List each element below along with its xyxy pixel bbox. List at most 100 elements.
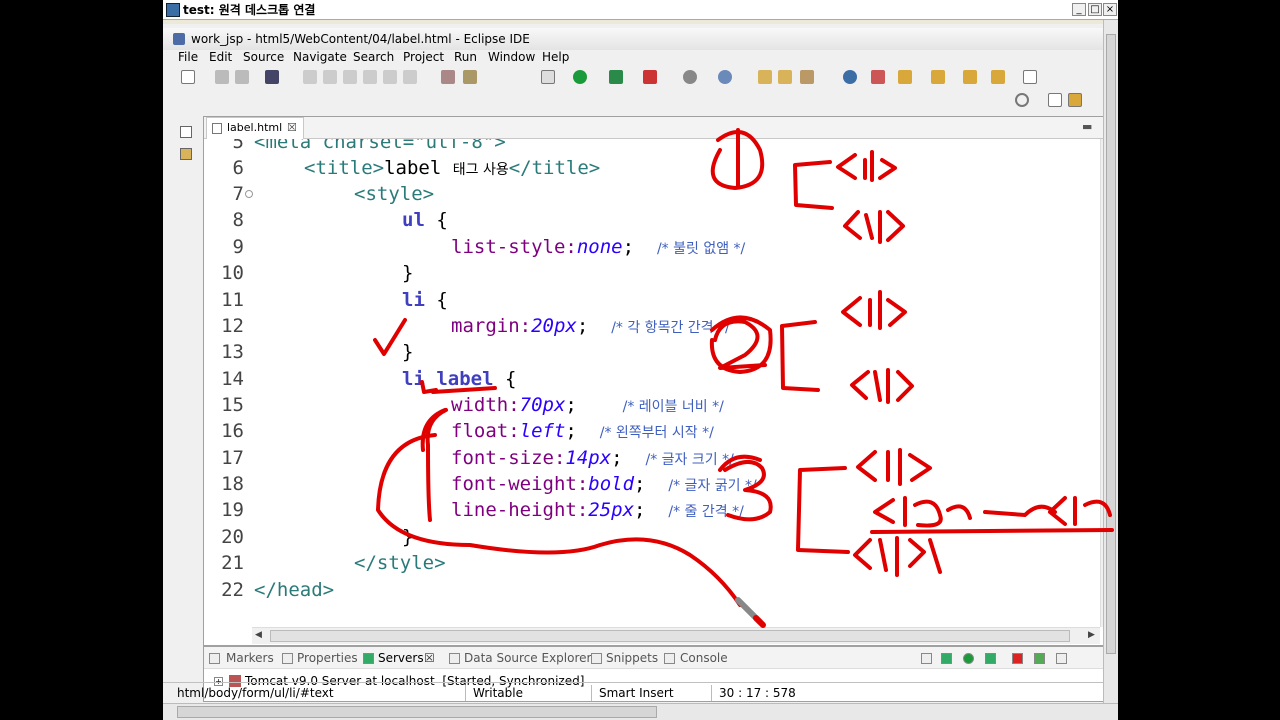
annotation-icon[interactable] <box>871 70 885 84</box>
code-line: } <box>402 341 414 363</box>
remote-vertical-scrollbar[interactable] <box>1103 20 1118 703</box>
open-type-icon[interactable] <box>758 70 772 84</box>
menu-file[interactable]: File <box>178 48 198 66</box>
tab-console[interactable]: Console <box>680 647 728 669</box>
code-line: </head> <box>254 579 335 601</box>
disconnect-icon[interactable] <box>363 70 377 84</box>
save-icon[interactable] <box>215 70 229 84</box>
back-icon[interactable] <box>963 70 977 84</box>
clean-icon[interactable] <box>1056 653 1067 664</box>
tools-icon[interactable] <box>463 70 477 84</box>
start-server-icon[interactable] <box>963 653 974 664</box>
menu-source[interactable]: Source <box>243 48 284 66</box>
code-token: margin: <box>451 315 532 337</box>
globe-icon[interactable] <box>843 70 857 84</box>
code-line: width:70px; /* 레이블 너비 */ <box>451 394 724 416</box>
next-annotation-icon[interactable] <box>898 70 912 84</box>
tab-properties[interactable]: Properties <box>297 647 358 669</box>
tab-servers[interactable]: Servers <box>378 647 424 669</box>
new-icon[interactable] <box>181 70 195 84</box>
resume-icon[interactable] <box>303 70 317 84</box>
menu-navigate[interactable]: Navigate <box>293 48 347 66</box>
close-button[interactable]: × <box>1103 3 1117 16</box>
code-area[interactable]: 5 <meta charset="utf-8"> 6 <title>label … <box>204 139 1100 627</box>
code-token: { <box>493 368 517 390</box>
new-server-icon[interactable] <box>683 70 697 84</box>
menu-help[interactable]: Help <box>542 48 569 66</box>
code-token: </title> <box>508 157 601 179</box>
code-token: 14px <box>565 447 612 469</box>
project-explorer-icon[interactable] <box>180 148 192 160</box>
collapse-icon[interactable] <box>921 653 932 664</box>
publish-icon[interactable] <box>1034 653 1045 664</box>
external-tools-icon[interactable] <box>643 70 657 84</box>
menu-window[interactable]: Window <box>488 48 535 66</box>
code-token: none <box>576 236 623 258</box>
pin-icon[interactable] <box>1023 70 1037 84</box>
open-perspective-icon[interactable] <box>1048 93 1062 107</box>
suspend-icon[interactable] <box>323 70 337 84</box>
menu-project[interactable]: Project <box>403 48 444 66</box>
line-number: 6 <box>232 157 244 179</box>
remote-horizontal-scrollbar[interactable] <box>163 703 1118 720</box>
run-server-icon[interactable] <box>609 70 623 84</box>
snippets-icon <box>591 653 602 664</box>
editor-horizontal-scrollbar[interactable]: ◀ ▶ <box>252 627 1100 644</box>
tab-label-html[interactable]: label.html ☒ <box>206 117 304 139</box>
code-token: font-weight: <box>451 473 589 495</box>
tab-snippets[interactable]: Snippets <box>606 647 658 669</box>
scroll-thumb[interactable] <box>1106 34 1116 654</box>
debug-server-icon[interactable] <box>941 653 952 664</box>
line-number: 7 <box>232 183 244 205</box>
menu-run[interactable]: Run <box>454 48 477 66</box>
forward-icon[interactable] <box>991 70 1005 84</box>
profile-server-icon[interactable] <box>985 653 996 664</box>
maximize-button[interactable]: □ <box>1088 3 1102 16</box>
scroll-right-icon[interactable]: ▶ <box>1088 630 1095 640</box>
debug-icon[interactable] <box>541 70 555 84</box>
status-bar: html/body/form/ul/li/#text Writable Smar… <box>163 682 1118 702</box>
line-number: 8 <box>232 209 244 231</box>
code-token: ; <box>565 394 577 416</box>
code-token: 25px <box>588 499 635 521</box>
close-servers-tab-icon[interactable]: ☒ <box>424 647 435 669</box>
menu-edit[interactable]: Edit <box>209 48 232 66</box>
tab-markers[interactable]: Markers <box>226 647 274 669</box>
minimize-button[interactable]: _ <box>1072 3 1086 16</box>
prev-annotation-icon[interactable] <box>931 70 945 84</box>
stop-server-icon[interactable] <box>1012 653 1023 664</box>
main-toolbar <box>163 66 1118 88</box>
scroll-thumb[interactable] <box>270 630 1070 642</box>
toggle-icon[interactable] <box>441 70 455 84</box>
code-comment: /* 줄 간격 */ <box>668 504 744 520</box>
line-number: 15 <box>221 394 244 416</box>
run-icon[interactable] <box>573 70 587 84</box>
perspective-jee-icon[interactable] <box>1068 93 1082 107</box>
terminate-icon[interactable] <box>343 70 357 84</box>
code-token: width: <box>451 394 520 416</box>
tab-data-source-explorer[interactable]: Data Source Explorer <box>464 647 591 669</box>
close-tab-icon[interactable]: ☒ <box>287 118 297 138</box>
code-token: 20px <box>531 315 577 337</box>
step-into-icon[interactable] <box>383 70 397 84</box>
fold-icon[interactable] <box>245 190 253 198</box>
code-token: 70px <box>519 394 566 416</box>
save-all-icon[interactable] <box>235 70 249 84</box>
code-line: list-style:none; /* 불릿 없앰 */ <box>451 236 745 258</box>
scroll-thumb[interactable] <box>177 706 657 718</box>
scroll-left-icon[interactable]: ◀ <box>255 630 262 640</box>
step-over-icon[interactable] <box>403 70 417 84</box>
search-toolbar-icon[interactable] <box>800 70 814 84</box>
remote-desktop-titlebar: test: 원격 데스크톱 연결 _ □ × <box>163 0 1118 20</box>
terminal-icon[interactable] <box>265 70 279 84</box>
open-resource-icon[interactable] <box>778 70 792 84</box>
line-number: 21 <box>221 552 244 574</box>
minimize-editor-icon[interactable]: ▬ <box>1082 120 1092 133</box>
new-web-icon[interactable] <box>718 70 732 84</box>
quick-access-search-icon[interactable] <box>1015 93 1029 107</box>
code-line: ul { <box>402 209 448 231</box>
code-token: line-height: <box>451 499 589 521</box>
menu-search[interactable]: Search <box>353 48 394 66</box>
code-token: ; <box>565 420 577 442</box>
restore-view-icon[interactable] <box>180 126 192 138</box>
